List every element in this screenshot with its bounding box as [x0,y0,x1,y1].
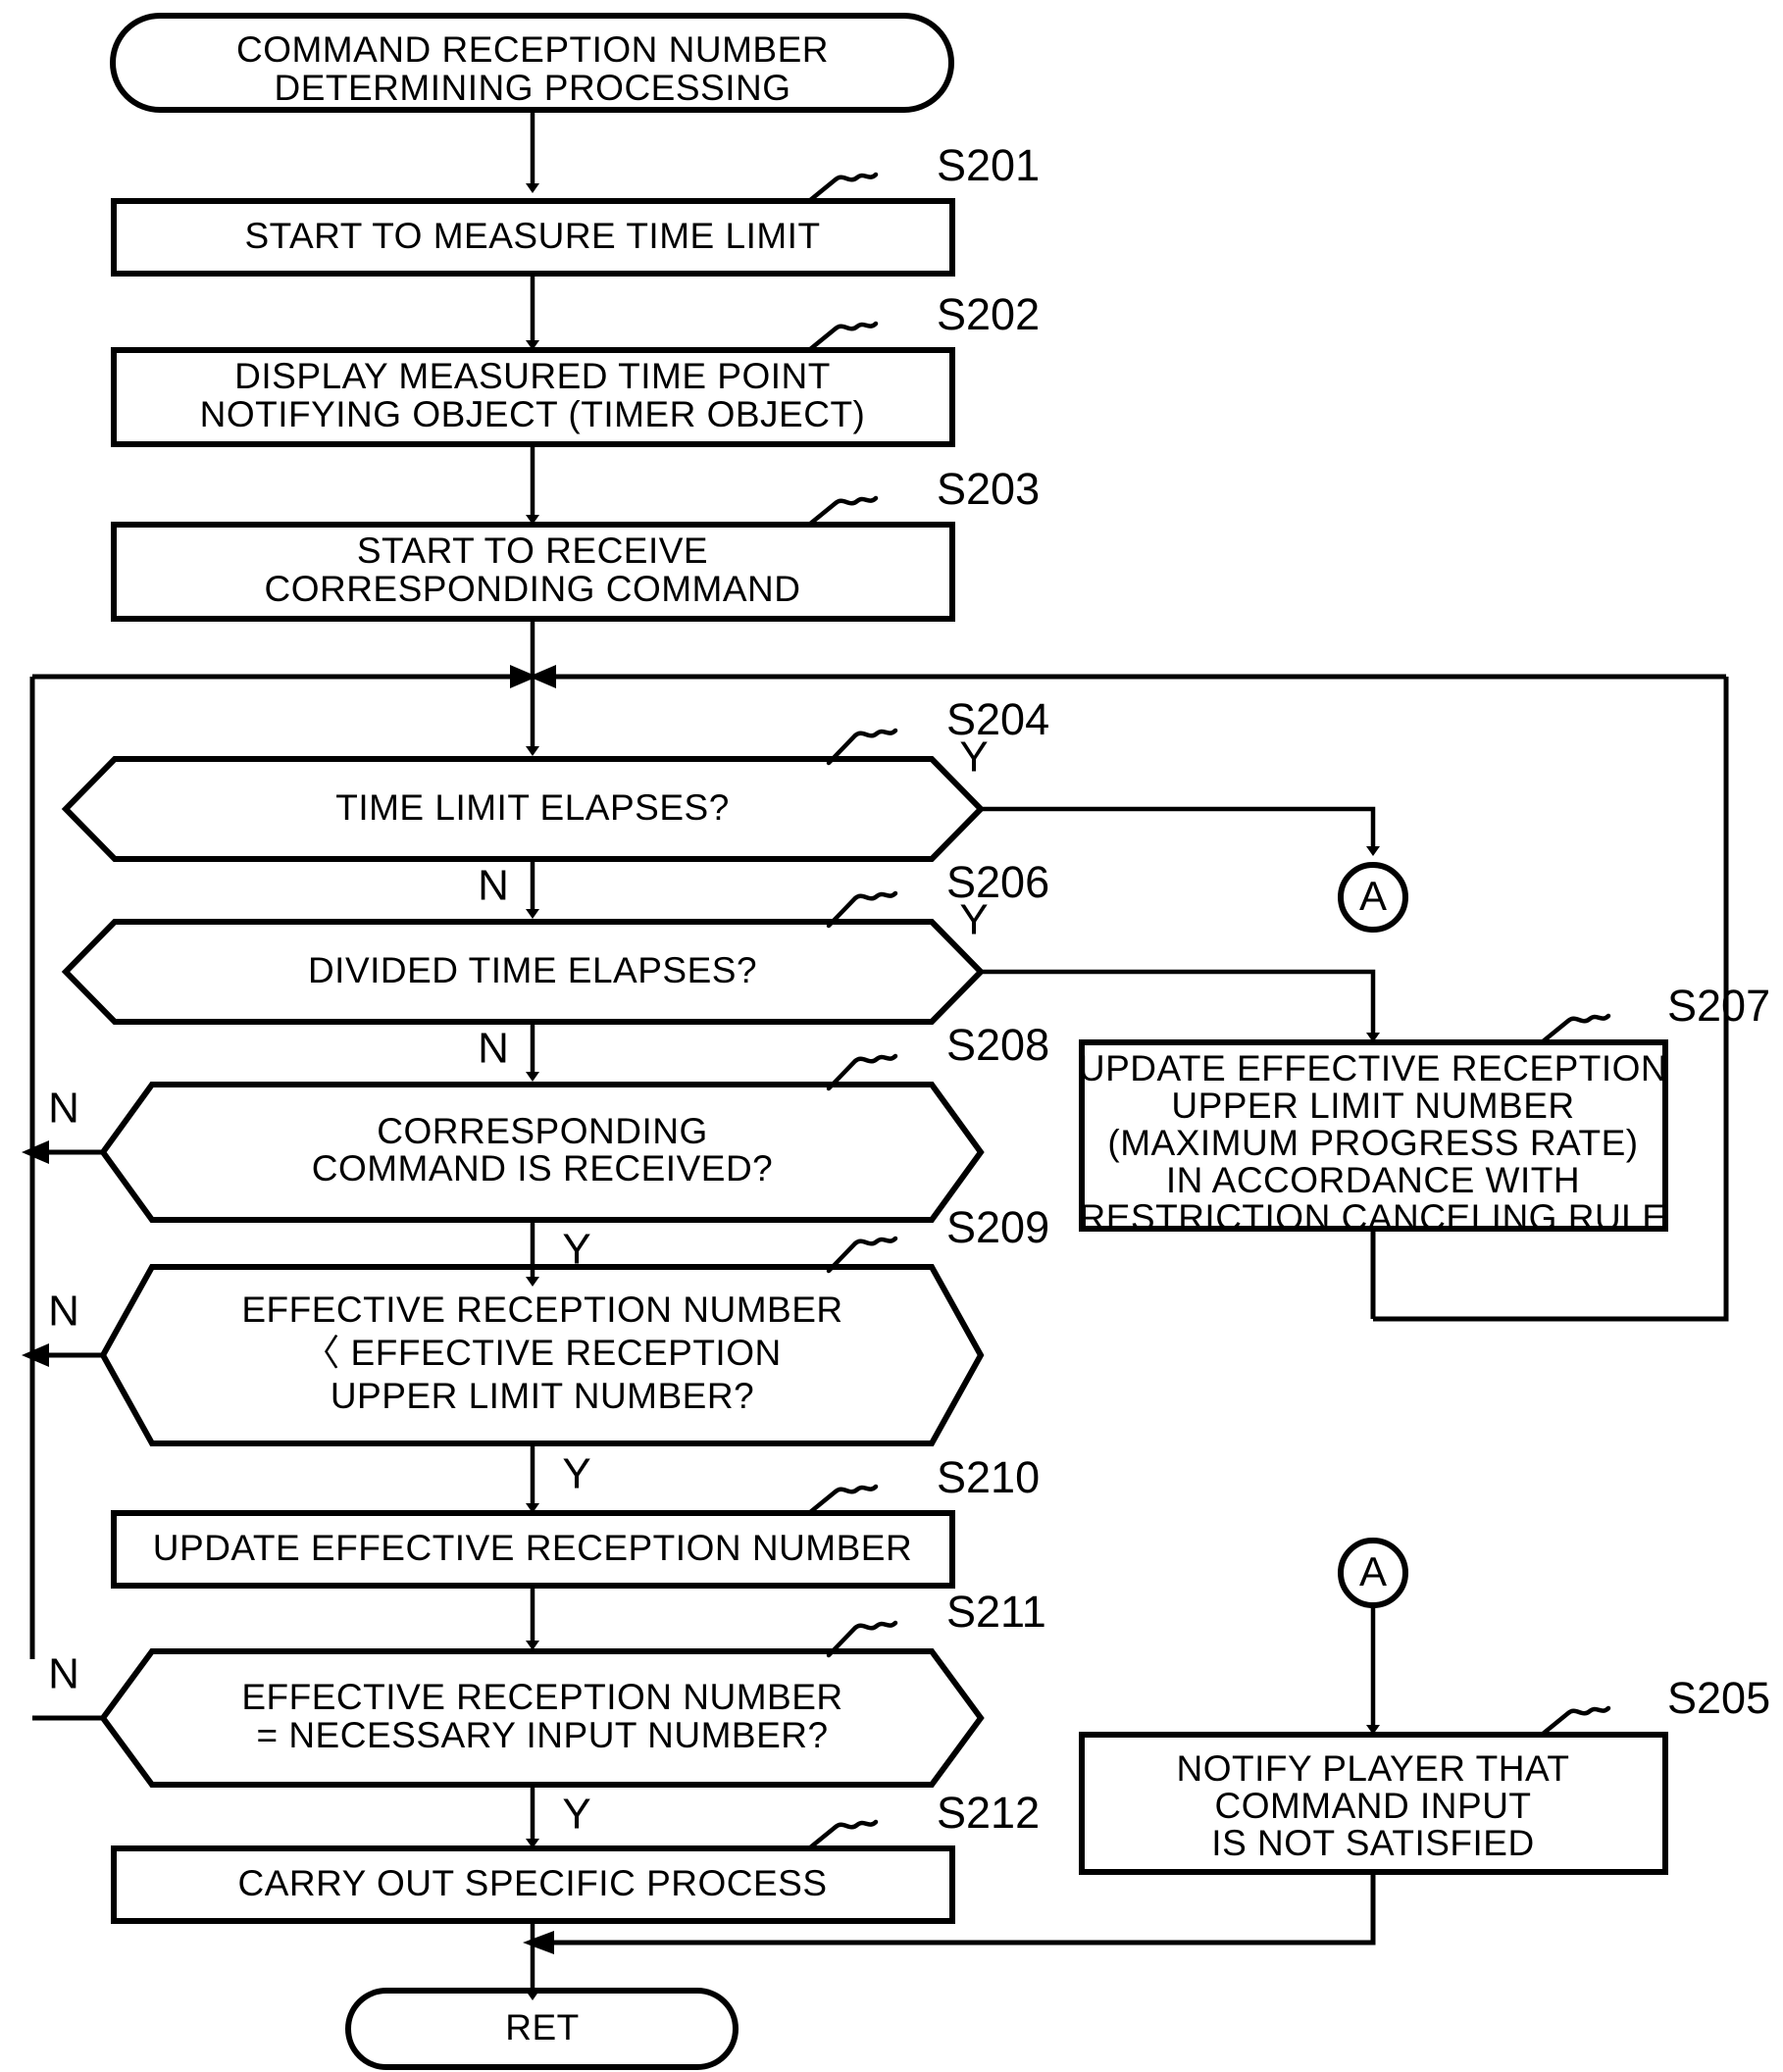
step-label-s204: S204 [826,694,1049,766]
s202-line1: DISPLAY MEASURED TIME POINT [234,356,831,396]
step-label-s210: S210 [806,1452,1040,1516]
step-label-s201: S201 [806,140,1040,204]
s203-line2: CORRESPONDING COMMAND [264,569,800,609]
s204-line1: TIME LIMIT ELAPSES? [335,787,730,828]
node-s204: TIME LIMIT ELAPSES? [61,756,986,862]
node-s208: CORRESPONDING COMMAND IS RECEIVED? [99,1082,985,1223]
step-label-s206: S206 [826,857,1049,929]
step-label-s205: S205 [1539,1673,1770,1738]
step-label-s207: S207 [1539,981,1770,1045]
s203-line1: START TO RECEIVE [357,531,708,571]
s208-no-label: N [48,1085,79,1133]
step-label-s212: S212 [806,1788,1040,1851]
s211-line2: = NECESSARY INPUT NUMBER? [256,1715,828,1755]
node-s203: START TO RECEIVE CORRESPONDING COMMAND [111,522,955,622]
node-s201: START TO MEASURE TIME LIMIT [111,198,955,277]
connector-a-top: A [1338,862,1408,933]
s209-no-label: N [48,1288,79,1336]
s207-line2: UPPER LIMIT NUMBER [1171,1086,1574,1126]
node-s211: EFFECTIVE RECEPTION NUMBER = NECESSARY I… [99,1648,985,1788]
connector-a-top-label: A [1359,873,1387,919]
s210-line1: UPDATE EFFECTIVE RECEPTION NUMBER [153,1528,912,1568]
s207-line1: UPDATE EFFECTIVE RECEPTION [1079,1048,1667,1088]
s211-no-label: N [48,1650,79,1698]
node-s205: NOTIFY PLAYER THAT COMMAND INPUT IS NOT … [1079,1732,1668,1875]
s209-yes-label: Y [562,1450,590,1498]
node-s209: EFFECTIVE RECEPTION NUMBER 〈 EFFECTIVE R… [99,1264,985,1446]
flowchart-canvas: COMMAND RECEPTION NUMBER DETERMINING PRO… [22,13,1770,2070]
s201-line1: START TO MEASURE TIME LIMIT [244,216,820,256]
s211-line1: EFFECTIVE RECEPTION NUMBER [241,1677,842,1717]
s208-line1: CORRESPONDING [377,1111,707,1151]
end-terminator-label: RET [505,2007,580,2047]
node-end-terminator: RET [345,1988,739,2070]
step-label-s203: S203 [806,464,1040,528]
s205-line1: NOTIFY PLAYER THAT [1176,1748,1569,1789]
s206-line1: DIVIDED TIME ELAPSES? [308,950,757,990]
s212-line1: CARRY OUT SPECIFIC PROCESS [237,1863,827,1903]
s207-line4: IN ACCORDANCE WITH [1166,1160,1580,1200]
s201-step-text: S201 [937,140,1040,190]
edge-s204-yes-to-connector-a [981,806,1380,856]
step-label-s211: S211 [826,1587,1046,1658]
connector-a-bottom: A [1338,1538,1408,1608]
s206-yes-label: Y [959,896,988,944]
s208-step-text: S208 [946,1020,1049,1070]
s205-merge-arrowhead [523,1931,554,1954]
s205-line3: IS NOT SATISFIED [1211,1823,1534,1863]
s209-line3: UPPER LIMIT NUMBER? [331,1376,754,1416]
s202-line2: NOTIFYING OBJECT (TIMER OBJECT) [200,394,866,434]
connector-a-bottom-label: A [1359,1548,1387,1594]
s209-step-text: S209 [946,1202,1049,1252]
s209-line2: 〈 EFFECTIVE RECEPTION [303,1333,781,1373]
step-label-s208: S208 [826,1020,1049,1091]
node-s212: CARRY OUT SPECIFIC PROCESS [111,1845,955,1924]
s204-yes-label: Y [959,733,988,782]
s208-no-arrowhead [22,1140,49,1164]
s205-step-text: S205 [1667,1673,1770,1723]
s206-no-label: N [478,1025,509,1073]
node-start-terminator: COMMAND RECEPTION NUMBER DETERMINING PRO… [110,13,954,113]
s211-yes-label: Y [562,1791,590,1839]
s204-no-label: N [478,862,509,910]
step-label-s202: S202 [806,289,1040,353]
start-terminator-line1: COMMAND RECEPTION NUMBER [236,29,829,70]
s207-line3: (MAXIMUM PROGRESS RATE) [1107,1123,1638,1163]
s205-line2: COMMAND INPUT [1214,1786,1531,1826]
node-s206: DIVIDED TIME ELAPSES? [61,919,986,1025]
s203-step-text: S203 [937,464,1040,514]
node-s202: DISPLAY MEASURED TIME POINT NOTIFYING OB… [111,347,955,447]
s210-step-text: S210 [937,1452,1040,1502]
start-terminator-line2: DETERMINING PROCESSING [275,68,791,108]
s207-step-text: S207 [1667,981,1770,1031]
s202-step-text: S202 [937,289,1040,339]
node-s207: UPDATE EFFECTIVE RECEPTION UPPER LIMIT N… [1079,1039,1668,1238]
flowchart-page: COMMAND RECEPTION NUMBER DETERMINING PRO… [0,0,1783,2072]
s211-step-text: S211 [946,1587,1046,1637]
s212-step-text: S212 [937,1788,1040,1838]
s209-line1: EFFECTIVE RECEPTION NUMBER [241,1289,842,1330]
node-s210: UPDATE EFFECTIVE RECEPTION NUMBER [111,1510,955,1589]
s208-line2: COMMAND IS RECEIVED? [312,1148,774,1188]
s209-no-arrowhead [22,1343,49,1367]
